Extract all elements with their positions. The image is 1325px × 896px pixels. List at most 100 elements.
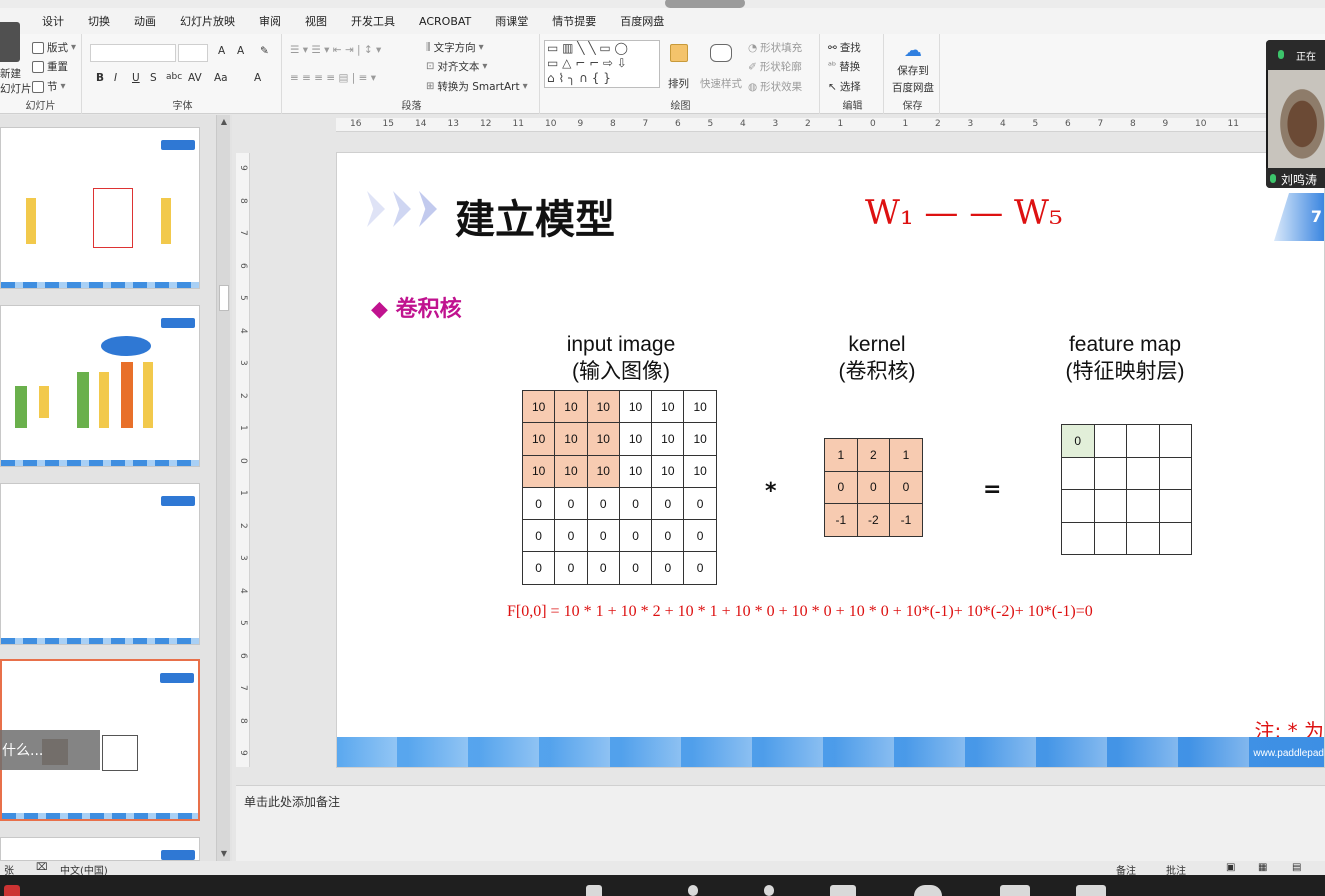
- shape-effects-button[interactable]: ◍ 形状效果: [748, 79, 802, 94]
- slide-thumbnail[interactable]: [0, 483, 200, 645]
- group-label-paragraph: 段落: [401, 101, 422, 112]
- participants-icon[interactable]: [688, 885, 698, 896]
- matrix-row: -1 -2 -1: [824, 503, 923, 537]
- thumb-box: [93, 188, 133, 248]
- reading-view-icon[interactable]: ▤: [1292, 862, 1301, 873]
- reset-button[interactable]: 重置: [32, 59, 68, 74]
- matrix-cell: 0: [824, 470, 858, 505]
- matrix-cell: 0: [651, 551, 685, 585]
- ribbon-tab[interactable]: 动画: [122, 13, 168, 29]
- band-segment: [763, 737, 823, 767]
- shape-fill-button[interactable]: ◔ 形状填充: [748, 40, 802, 55]
- bullets-icon[interactable]: ☰ ▾ ☰ ▾ ⇤ ⇥ | ↕ ▾: [290, 44, 381, 56]
- smartart-button[interactable]: ⊞ 转换为 SmartArt ▾: [426, 79, 528, 94]
- matrix-cell: 10: [651, 454, 685, 488]
- grow-font-button[interactable]: A: [218, 45, 225, 57]
- convolution-formula[interactable]: F[0,0] = 10 * 1 + 10 * 2 + 10 * 1 + 10 *…: [507, 603, 1093, 621]
- bold-button[interactable]: B: [96, 72, 104, 84]
- section-button[interactable]: 节 ▾: [32, 79, 66, 94]
- scrollbar-thumb[interactable]: [219, 285, 229, 311]
- sorter-view-icon[interactable]: ▦: [1258, 862, 1267, 873]
- corner-badge-text: 7: [1310, 207, 1322, 226]
- quick-styles-button[interactable]: 快速样式: [700, 44, 742, 91]
- matrix-row: 000000: [521, 519, 717, 553]
- slide-thumbnail[interactable]: [0, 127, 200, 289]
- spellcheck-icon[interactable]: ⌧: [36, 862, 48, 873]
- layout-icon: [32, 41, 44, 54]
- panel-toggle-tab[interactable]: [0, 22, 20, 62]
- ruler-tick-label: 4: [740, 119, 746, 129]
- chat-icon[interactable]: [830, 885, 856, 896]
- layout-button[interactable]: 版式 ▾: [32, 40, 76, 55]
- horizontal-ruler: 16 15 14 13 12 11 10 9 8 7 6 5 4 3 2 1 0 1 2 3 4 5 6 7 8 9 10 11: [336, 118, 1325, 132]
- arrange-button[interactable]: 排列: [668, 44, 689, 91]
- smartart-icon: ⊞: [426, 81, 435, 92]
- clear-format-icon[interactable]: ✎: [260, 45, 269, 57]
- case-button[interactable]: Aa: [214, 72, 228, 84]
- arrange-icon: [669, 44, 688, 62]
- ruler-tick-label: 10: [1195, 119, 1207, 129]
- matrix-row: 121: [824, 438, 923, 472]
- thumbnails-scrollbar[interactable]: ▲ ▼: [216, 115, 230, 861]
- save-to-baidu-button[interactable]: ☁ 保存到 百度网盘: [890, 40, 936, 95]
- apps-icon[interactable]: [1000, 885, 1030, 896]
- text-direction-button[interactable]: ⫼ 文字方向 ▾: [426, 40, 484, 55]
- matrix-cell: 2: [856, 438, 891, 472]
- record-icon[interactable]: [914, 885, 942, 896]
- scroll-up-icon[interactable]: ▲: [219, 117, 229, 127]
- ribbon-tab[interactable]: 百度网盘: [608, 13, 676, 29]
- ribbon-tab[interactable]: 切换: [76, 13, 122, 29]
- scroll-down-icon[interactable]: ▼: [219, 849, 229, 859]
- font-color-button[interactable]: A: [254, 72, 261, 84]
- drag-handle[interactable]: [665, 0, 745, 8]
- spacing-button[interactable]: AV: [188, 72, 202, 84]
- select-button[interactable]: ↖ 选择: [828, 79, 861, 94]
- slide-title[interactable]: 建立模型: [455, 187, 615, 245]
- bullet-heading[interactable]: ◆ 卷积核: [371, 291, 462, 323]
- shadow-button[interactable]: S: [150, 72, 157, 84]
- people-icon[interactable]: [764, 885, 774, 896]
- notes-pane[interactable]: 单击此处添加备注: [236, 785, 1325, 861]
- slide-thumbnail[interactable]: [0, 305, 200, 467]
- mute-mic-icon[interactable]: [4, 885, 20, 896]
- thumb-bar: [143, 362, 153, 428]
- underline-button[interactable]: U: [132, 72, 140, 84]
- new-slide-button[interactable]: 新建 幻灯片: [0, 66, 32, 96]
- video-preview[interactable]: 正在 刘鸣涛: [1266, 40, 1325, 188]
- ribbon-tab[interactable]: 雨课堂: [483, 13, 540, 29]
- normal-view-icon[interactable]: ▣: [1226, 862, 1235, 873]
- font-name-select[interactable]: [90, 44, 176, 62]
- ruler-tick-label: 4: [1000, 119, 1006, 129]
- font-size-select[interactable]: [178, 44, 208, 62]
- find-button[interactable]: ⚯ 查找: [828, 40, 861, 55]
- replace-button[interactable]: ᵃᵇ 替换: [828, 59, 860, 74]
- gear-icon[interactable]: [1076, 885, 1106, 896]
- band-segment: [905, 737, 965, 767]
- ribbon-tab[interactable]: 设计: [30, 13, 76, 29]
- shrink-font-button[interactable]: A: [237, 45, 244, 57]
- ribbon-tab[interactable]: 情节提要: [540, 13, 608, 29]
- ribbon-tab[interactable]: 开发工具: [339, 13, 407, 29]
- align-text-button[interactable]: ⊡ 对齐文本 ▾: [426, 59, 487, 74]
- ribbon-tab[interactable]: 幻灯片放映: [168, 13, 247, 29]
- ruler-tick-label: 3: [772, 119, 779, 129]
- strike-button[interactable]: abc: [166, 72, 182, 82]
- chevron-icon: [393, 191, 411, 227]
- select-label: 选择: [839, 81, 861, 93]
- ribbon-tab[interactable]: 视图: [293, 13, 339, 29]
- italic-button[interactable]: I: [114, 72, 117, 84]
- align-icons[interactable]: ≡ ≡ ≡ ≡ ▤ | ≡ ▾: [290, 72, 376, 84]
- ruler-tick-label: 4: [238, 587, 248, 594]
- ribbon-tab[interactable]: ACROBAT: [407, 15, 483, 28]
- ruler-tick-label: 5: [238, 620, 248, 626]
- shrink-font-label: A: [237, 45, 245, 57]
- share-icon[interactable]: [586, 885, 602, 896]
- ribbon-tab[interactable]: 审阅: [247, 13, 293, 29]
- slide-thumbnail[interactable]: [0, 837, 200, 861]
- shapes-gallery[interactable]: ▭ ▥ ╲ ╲ ▭ ◯ ▭ △ ⌐ ⌐ ⇨ ⇩ ⌂ ⌇ ╮ ∩ { }: [544, 40, 660, 88]
- slide-canvas[interactable]: 建立模型 W₁ — — W₅ 7 ◆ 卷积核 input image (输入图像…: [336, 152, 1325, 768]
- matrix-cell: [1126, 424, 1160, 458]
- align-text-label: 对齐文本: [437, 61, 480, 73]
- chevron-icon: [367, 191, 385, 227]
- shape-outline-button[interactable]: ✐ 形状轮廓: [748, 59, 802, 74]
